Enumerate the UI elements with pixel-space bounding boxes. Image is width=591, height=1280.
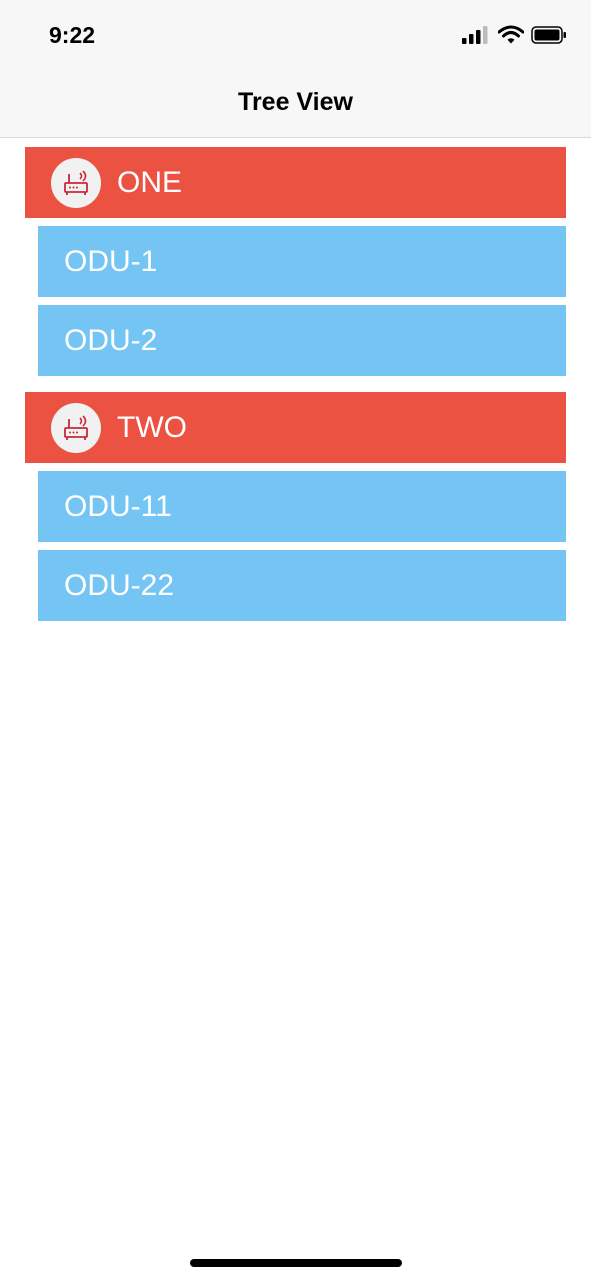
group-header-one[interactable]: ONE (25, 147, 566, 218)
tree-view: ONE ODU-1 ODU-2 TWO ODU-11 ODU-22 (0, 147, 591, 637)
battery-icon (531, 26, 566, 44)
page-title: Tree View (238, 88, 353, 116)
tree-group: ONE ODU-1 ODU-2 (0, 147, 591, 376)
router-icon (51, 402, 101, 453)
tree-child-row[interactable]: ODU-11 (38, 471, 566, 542)
tree-child-label: ODU-2 (64, 323, 158, 357)
tree-child-label: ODU-1 (64, 244, 158, 278)
tree-group: TWO ODU-11 ODU-22 (0, 392, 591, 621)
wifi-icon (498, 25, 524, 44)
group-header-label: TWO (117, 410, 187, 444)
tree-child-row[interactable]: ODU-2 (38, 305, 566, 376)
group-header-two[interactable]: TWO (25, 392, 566, 463)
home-indicator[interactable] (190, 1259, 402, 1267)
router-icon (51, 157, 101, 208)
tree-child-row[interactable]: ODU-22 (38, 550, 566, 621)
tree-child-row[interactable]: ODU-1 (38, 226, 566, 297)
tree-child-label: ODU-22 (64, 568, 175, 602)
top-chrome: 9:22 Tree View (0, 0, 591, 138)
cellular-signal-icon (462, 26, 488, 44)
status-time: 9:22 (49, 22, 96, 48)
tree-child-label: ODU-11 (64, 489, 172, 523)
group-header-label: ONE (117, 165, 183, 199)
